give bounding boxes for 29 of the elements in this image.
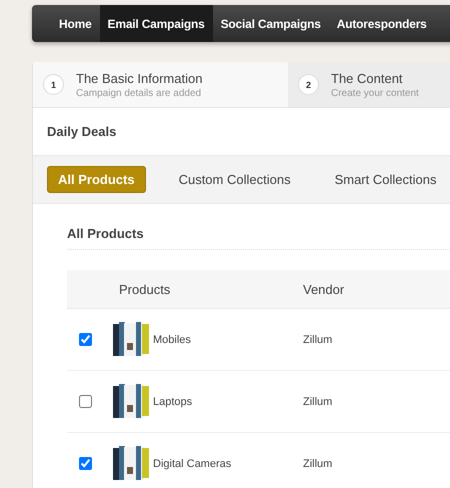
collection-tab[interactable]: Smart Collections [324,166,448,193]
product-name: Laptops [153,396,194,408]
row-checkbox[interactable] [79,457,92,470]
brochure-thumbnail-icon [113,383,150,420]
column-header: Vendor [303,282,346,296]
row-checkbox[interactable] [79,395,92,408]
step-title: The Basic Information [76,70,202,86]
nav-tab[interactable]: Social Campaigns [212,5,329,42]
step-number: 2 [298,74,319,95]
product-name: Mobiles [153,334,192,346]
section-title: Daily Deals [46,123,118,141]
step-title: The Content [331,70,404,86]
step-subtitle: Campaign details are added [76,88,202,98]
row-checkbox[interactable] [79,333,92,346]
nav-tab[interactable]: Home [51,5,100,42]
column-header: Products [119,282,172,296]
nav-tab[interactable]: Email Campaigns [100,5,213,42]
brochure-thumbnail-icon [113,321,150,358]
step-number: 1 [43,74,64,95]
brochure-thumbnail-icon [113,445,150,482]
list-title: All Products [67,226,450,250]
nav-tab[interactable]: Autoresponders [328,5,435,42]
wizard-step[interactable]: 1 The Basic Information Campaign details are added [33,62,288,107]
vendor-name: Zillum [303,334,334,346]
vendor-name: Zillum [303,396,334,408]
vendor-name: Zillum [303,458,334,470]
product-name: Digital Cameras [153,458,232,470]
step-subtitle: Create your content [331,88,419,98]
collection-tab[interactable]: Custom Collections [168,166,302,193]
